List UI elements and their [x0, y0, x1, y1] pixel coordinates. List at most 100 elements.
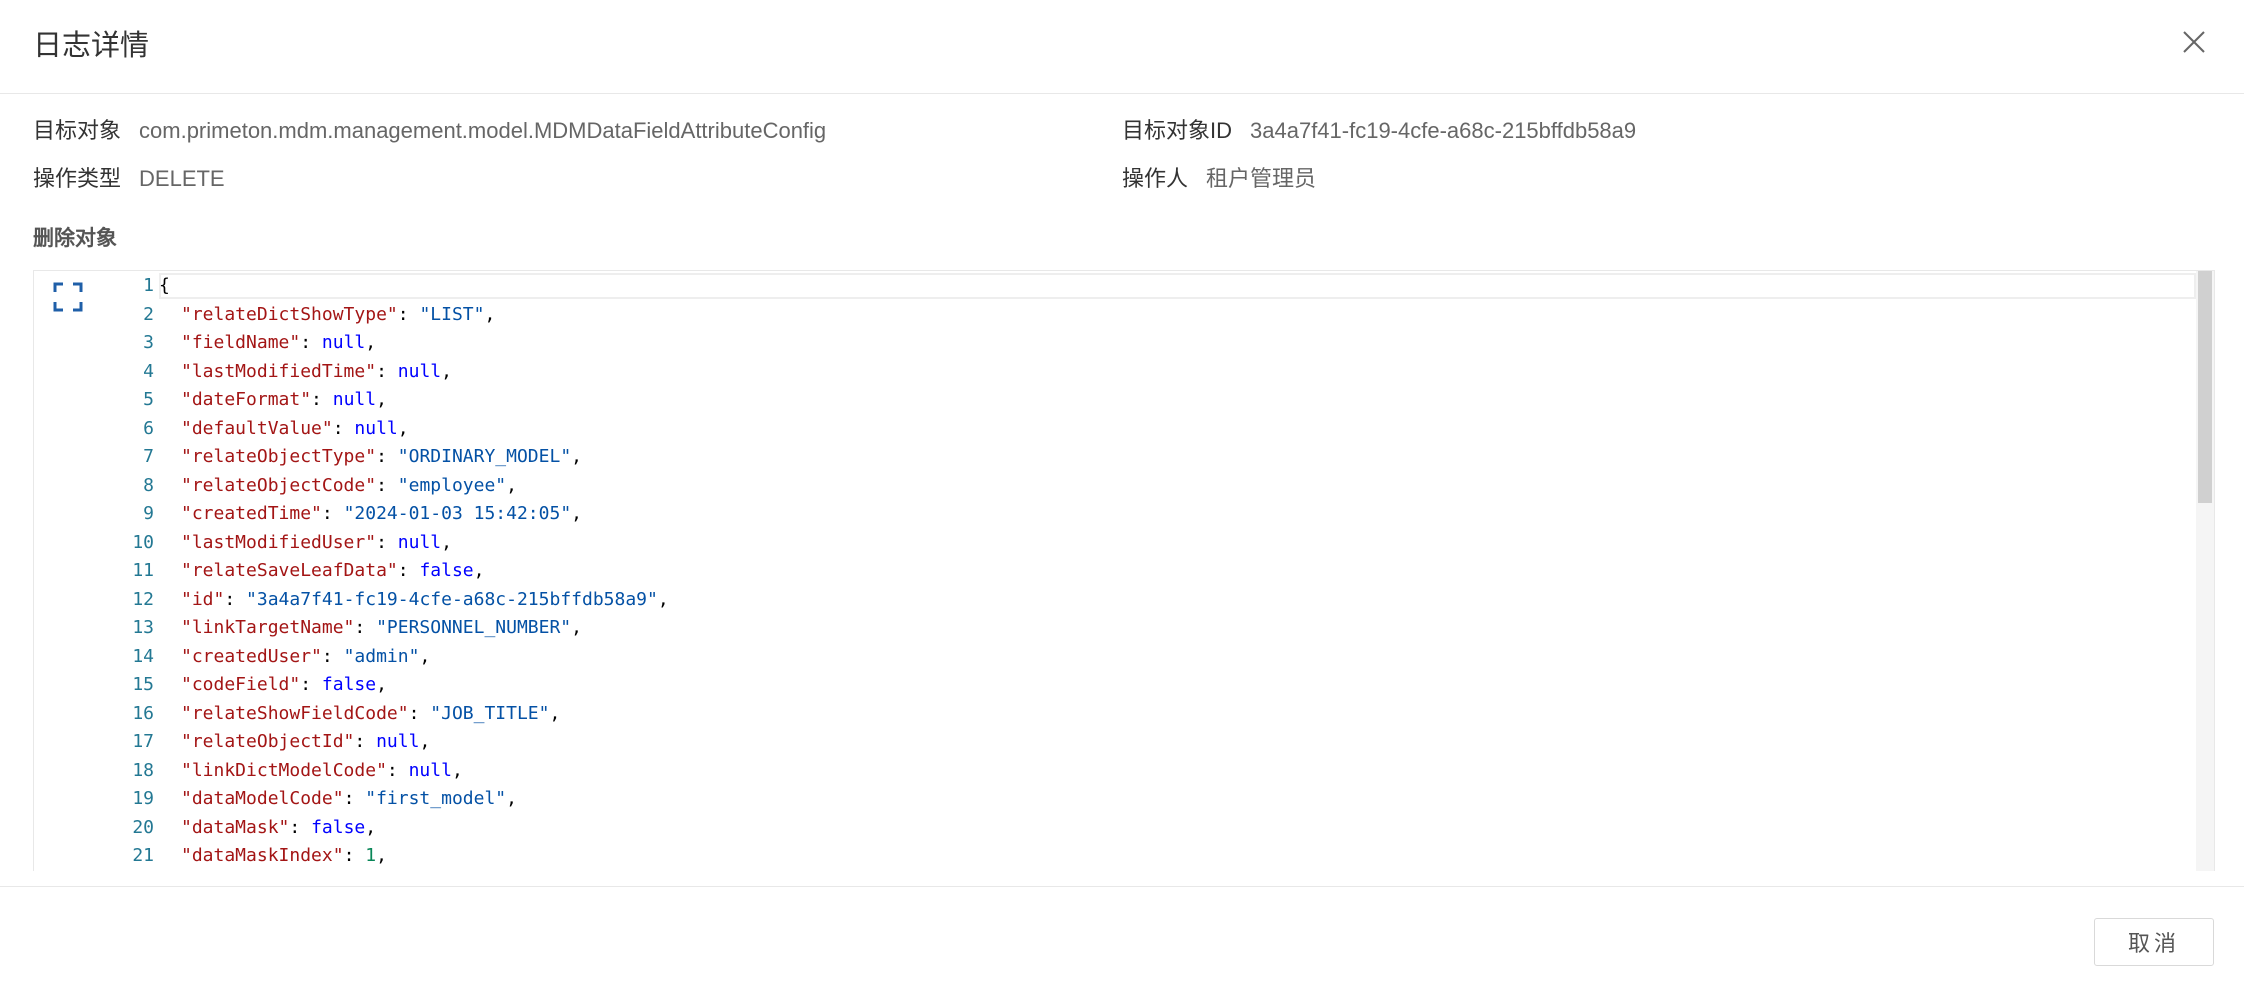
close-icon [2183, 31, 2205, 53]
code-line: "fieldName": null, [181, 329, 376, 358]
target-id-value: 3a4a7f41-fc19-4cfe-a68c-215bffdb58a9 [1250, 118, 1637, 143]
line-number: 2 [143, 303, 154, 325]
log-detail-dialog: 日志详情 目标对象 com.primeton.mdm.management.mod… [0, 0, 2244, 994]
expand-icon [53, 282, 83, 312]
line-number: 13 [132, 617, 154, 638]
line-number: 3 [143, 332, 154, 353]
fullscreen-button[interactable] [52, 281, 84, 313]
json-key: "lastModifiedUser" [181, 531, 377, 553]
json-key: "relateObjectCode" [181, 474, 377, 496]
colon: : [224, 588, 247, 610]
colon: : [321, 645, 344, 667]
comma: , [397, 417, 409, 439]
json-key: "dataModelCode" [181, 788, 344, 809]
cancel-button[interactable]: 取消 [2094, 918, 2214, 966]
json-key: "relateObjectType" [181, 446, 377, 467]
line-number: 9 [143, 503, 154, 524]
json-key: "id" [181, 588, 225, 610]
target-object-row: 目标对象 com.primeton.mdm.management.model.MD… [33, 116, 826, 146]
line-number: 18 [132, 759, 154, 781]
json-key: "lastModifiedTime" [181, 360, 377, 382]
json-value: null [397, 360, 442, 382]
json-key: "linkDictModelCode" [181, 759, 387, 781]
comma: , [549, 702, 561, 724]
code-line: "linkTargetName": "PERSONNEL_NUMBER", [181, 614, 582, 643]
colon: : [311, 389, 333, 410]
code-line: "codeField": false, [181, 671, 387, 700]
line-number: 10 [132, 531, 154, 553]
json-key: "defaultValue" [181, 417, 333, 439]
json-value: "first_model" [365, 788, 507, 809]
colon: : [343, 788, 366, 809]
comma: , [441, 360, 452, 382]
colon: : [397, 560, 420, 581]
line-number: 12 [132, 588, 154, 610]
dialog-header: 日志详情 [0, 0, 2244, 94]
code-line: "lastModifiedTime": null, [181, 358, 452, 387]
json-key: "fieldName" [181, 332, 301, 353]
code-line: "relateDictShowType": "LIST", [181, 301, 495, 330]
json-value: null [332, 389, 377, 410]
operator-label: 操作人 [1122, 166, 1189, 191]
colon: : [376, 531, 398, 553]
json-key: "codeField" [181, 674, 301, 695]
code-line: "lastModifiedUser": null, [181, 529, 452, 558]
colon: : [376, 446, 398, 467]
target-id-row: 目标对象ID 3a4a7f41-fc19-4cfe-a68c-215bffdb58… [1122, 116, 1636, 146]
json-value: "LIST" [419, 303, 485, 325]
code-line: "createdUser": "admin", [181, 643, 430, 672]
deleted-object-title: 删除对象 [33, 227, 117, 250]
comma: , [473, 560, 485, 581]
comma: , [365, 816, 377, 838]
line-number-gutter: 1 2 3 4 5 6 7 8 9 10 11 12 13 14 15 16 17 18 19 20 21 [84, 271, 154, 871]
code-line: "relateSaveLeafData": false, [181, 557, 484, 586]
scrollbar-thumb[interactable] [2198, 271, 2212, 503]
json-value: "admin" [343, 645, 420, 667]
json-value: "PERSONNEL_NUMBER" [376, 617, 572, 638]
line-number: 7 [143, 446, 154, 467]
json-key: "createdTime" [181, 503, 322, 524]
comma: , [451, 759, 463, 781]
code-line: "relateObjectId": null, [181, 728, 430, 757]
line-number: 20 [132, 816, 154, 838]
json-value: "3a4a7f41-fc19-4cfe-a68c-215bffdb58a9" [246, 588, 658, 610]
json-value: null [397, 531, 442, 553]
code-line: "createdTime": "2024-01-03 15:42:05", [181, 500, 582, 529]
vertical-scrollbar[interactable] [2196, 271, 2214, 871]
line-number: 21 [132, 845, 154, 866]
line-number: 11 [132, 560, 154, 581]
line-number: 8 [143, 474, 154, 496]
target-object-value: com.primeton.mdm.management.model.MDMDat… [139, 118, 827, 143]
colon: : [354, 617, 377, 638]
code-area[interactable]: {"relateDictShowType": "LIST", "fieldName… [159, 271, 2196, 871]
comma: , [376, 674, 387, 695]
colon: : [376, 360, 398, 382]
line-number: 15 [132, 674, 154, 695]
json-editor[interactable]: 1 2 3 4 5 6 7 8 9 10 11 12 13 14 15 16 17 18 19 20 21 {"rela… [33, 270, 2215, 871]
operator-row: 操作人 租户管理员 [1122, 164, 1316, 194]
active-line-highlight [159, 273, 2196, 299]
comma: , [506, 474, 517, 496]
line-number: 14 [132, 645, 154, 667]
json-key: "relateShowFieldCode" [181, 702, 409, 724]
comma: , [571, 617, 582, 638]
colon: : [289, 816, 312, 838]
json-value: false [419, 560, 474, 581]
close-button[interactable] [2174, 22, 2214, 62]
colon: : [376, 474, 398, 496]
json-value: 1 [365, 845, 377, 866]
comma: , [441, 531, 452, 553]
json-value: false [311, 816, 366, 838]
code-line: "id": "3a4a7f41-fc19-4cfe-a68c-215bffdb5… [181, 586, 669, 615]
code-line: "defaultValue": null, [181, 415, 409, 444]
json-key: "relateSaveLeafData" [181, 560, 398, 581]
brace: { [159, 275, 170, 296]
code-line: "dateFormat": null, [181, 386, 387, 415]
line-number: 5 [143, 389, 154, 410]
colon: : [408, 702, 431, 724]
dialog-footer: 取消 [0, 886, 2244, 994]
operation-type-value: DELETE [139, 166, 225, 191]
colon: : [386, 759, 409, 781]
json-key: "relateDictShowType" [181, 303, 398, 325]
comma: , [506, 788, 517, 809]
